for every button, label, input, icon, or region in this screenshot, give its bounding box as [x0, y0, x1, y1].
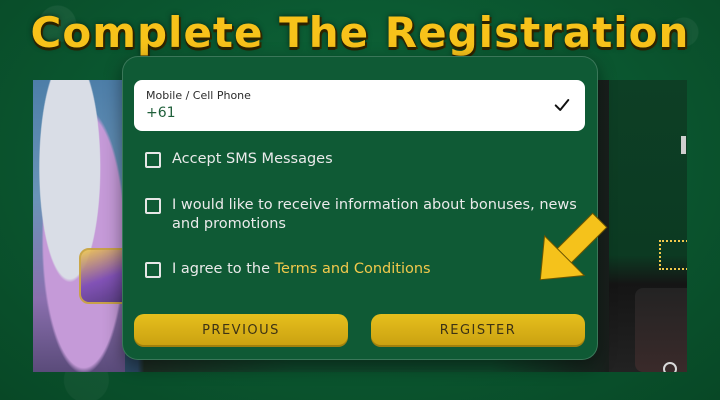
circle-icon: [663, 362, 677, 372]
phone-field[interactable]: Mobile / Cell Phone +61: [134, 80, 585, 131]
game-card-right: [635, 288, 687, 372]
terms-label: I agree to the Terms and Conditions: [172, 260, 431, 279]
terms-checkbox[interactable]: [145, 262, 161, 278]
terms-prefix: I agree to the: [172, 261, 275, 277]
previous-button[interactable]: PREVIOUS: [134, 314, 348, 347]
sms-label: Accept SMS Messages: [172, 151, 333, 167]
game-art-left: [33, 80, 125, 372]
phone-field-label: Mobile / Cell Phone: [146, 89, 251, 102]
sms-checkbox[interactable]: [145, 152, 161, 168]
dotted-frame: [659, 240, 687, 270]
right-marker: [681, 136, 686, 154]
terms-link[interactable]: Terms and Conditions: [275, 261, 431, 277]
sms-option[interactable]: Accept SMS Messages: [145, 150, 333, 169]
check-icon: [554, 99, 570, 111]
bonus-option[interactable]: I would like to receive information abou…: [145, 196, 585, 234]
register-button[interactable]: REGISTER: [371, 314, 585, 347]
phone-field-value[interactable]: +61: [146, 105, 176, 121]
terms-option[interactable]: I agree to the Terms and Conditions: [145, 260, 431, 279]
arrow-icon: [539, 212, 608, 281]
bonus-checkbox[interactable]: [145, 198, 161, 214]
headline-title: Complete The Registration: [30, 8, 690, 57]
